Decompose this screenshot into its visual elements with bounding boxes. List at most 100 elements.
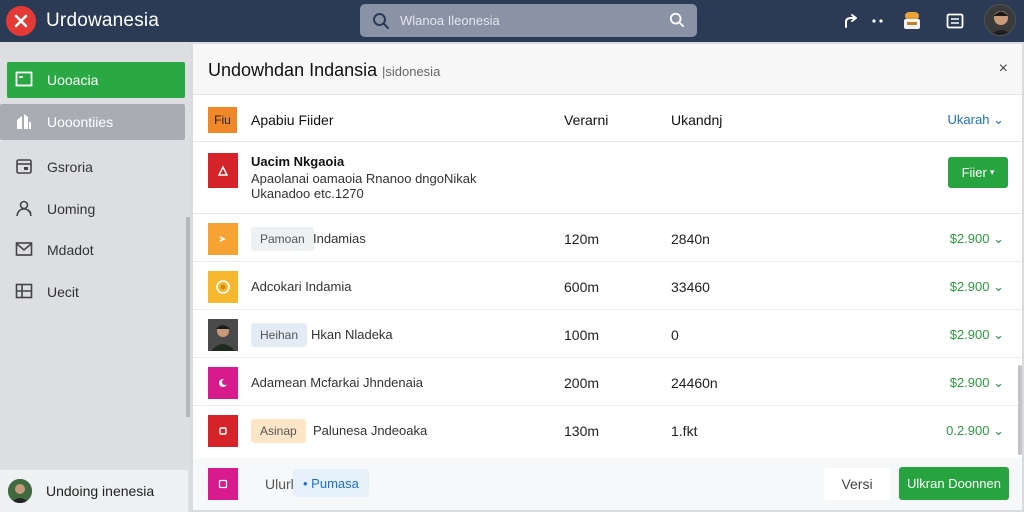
version-button[interactable]: Versi (824, 468, 890, 500)
chevron-down-icon: ⌄ (989, 231, 1004, 246)
row-price-value: $2.900 (949, 375, 990, 390)
sort-dropdown[interactable]: Ukarah ⌄ (948, 112, 1004, 128)
sidebar-scrollbar[interactable] (186, 217, 190, 417)
grid-icon (15, 283, 33, 302)
inbox-icon (15, 71, 33, 90)
search-input[interactable]: Wlanoa Ileonesia (400, 13, 500, 28)
featured-description: Apaolanai oamaoia Rnanoo dngoNikak (251, 171, 477, 186)
row-ukandnj: 2840n (671, 231, 710, 247)
main-panel: Undowhdan Indansia |sidonesia × Fiu Apab… (193, 44, 1022, 510)
featured-title: Uacim Nkgaoia (251, 154, 345, 169)
sidebar-item-uoming[interactable]: Uoming (7, 191, 185, 227)
row-name: Palunesa Jndeoaka (313, 423, 428, 438)
tag-app-icon (208, 415, 238, 447)
row-verarni: 120m (564, 231, 600, 247)
featured-row: Uacim Nkgaoia Apaolanai oamaoia Rnanoo d… (193, 142, 1022, 214)
calendar-icon (15, 157, 33, 178)
sidebar-item-uooacia[interactable]: Uooacia (7, 62, 185, 98)
primary-action-button[interactable]: Ulkran Doonnen (899, 467, 1009, 500)
close-icon[interactable]: × (999, 60, 1008, 78)
chevron-down-icon: ⌄ (993, 112, 1004, 127)
brand[interactable]: Urdowanesia (6, 5, 159, 37)
row-name: Indamias (313, 231, 366, 246)
mail-icon (15, 241, 33, 260)
footer-tag[interactable]: • Pumasa (293, 469, 369, 497)
row-verarni: 600m (564, 279, 600, 295)
message-icon[interactable] (943, 9, 967, 33)
row-tag: Heihan (251, 323, 308, 347)
row-ukandnj: 0 (671, 327, 679, 343)
row-tag: Pamoan (251, 227, 314, 251)
notification-icon[interactable] (900, 9, 924, 33)
user-name: Undoing inenesia (46, 483, 155, 499)
main-scrollbar[interactable] (1018, 365, 1022, 455)
chevron-down-icon: ⌄ (989, 423, 1004, 438)
search-submit-icon[interactable] (669, 12, 685, 31)
sidebar-item-label: Uoming (47, 201, 96, 217)
row-price[interactable]: $2.900 ⌄ (950, 231, 1004, 247)
search-icon (372, 12, 390, 33)
folder-app-icon (208, 223, 238, 255)
table-row[interactable]: Adcokari Indamia 600m 33460 $2.900 ⌄ (193, 262, 1022, 310)
row-price[interactable]: $2.900 ⌄ (950, 279, 1004, 295)
chart-icon (15, 112, 33, 133)
sidebar-item-uooontiies[interactable]: Uooontiies (0, 104, 185, 140)
page-title: Undowhdan Indansia (208, 60, 378, 80)
table-row[interactable]: Asinap Palunesa Jndeoaka 130m 1.fkt 0.2.… (193, 406, 1022, 454)
row-tag: Asinap (251, 419, 306, 443)
row-ukandnj: 33460 (671, 279, 710, 295)
panel-header: Undowhdan Indansia |sidonesia × (193, 44, 1022, 95)
moon-app-icon (208, 367, 238, 399)
row-price-value: $2.900 (949, 231, 990, 246)
row-name: Adamean Mcfarkai Jhndenaia (251, 375, 423, 390)
share-icon[interactable] (839, 9, 863, 33)
row-price[interactable]: $2.900 ⌄ (950, 327, 1004, 343)
row-price-value: $2.900 (949, 327, 990, 342)
sidebar-user[interactable]: Undoing inenesia (0, 470, 188, 512)
user-avatar[interactable] (984, 4, 1016, 36)
row-name: Adcokari Indamia (251, 279, 352, 294)
table-row[interactable]: Pamoan Indamias 120m 2840n $2.900 ⌄ (193, 214, 1022, 262)
sidebar-item-uecit[interactable]: Uecit (7, 274, 185, 310)
more-icon[interactable] (866, 9, 890, 33)
row-price[interactable]: 0.2.900 ⌄ (946, 423, 1004, 439)
table-header: Fiu Apabiu Fiider Verarni Ukandnj Ukarah… (193, 96, 1022, 142)
sidebar-item-label: Uecit (47, 284, 79, 300)
sidebar-item-label: Mdadot (47, 242, 94, 258)
filter-button[interactable]: Fiier ▾ (948, 157, 1008, 188)
column-header-ukandnj[interactable]: Ukandnj (671, 112, 722, 128)
row-verarni: 200m (564, 375, 600, 391)
user-icon (15, 199, 33, 220)
sidebar-item-label: Gsroria (47, 159, 93, 175)
table-row[interactable]: Adamean Mcfarkai Jhndenaia 200m 24460n $… (193, 358, 1022, 406)
row-price[interactable]: $2.900 ⌄ (950, 375, 1004, 391)
sidebar-item-gsroria[interactable]: Gsroria (7, 149, 185, 185)
row-price-value: 0.2.900 (946, 423, 990, 438)
sidebar-item-mdadot[interactable]: Mdadot (7, 232, 185, 268)
table-row[interactable]: Heihan Hkan Nladeka 100m 0 $2.900 ⌄ (193, 310, 1022, 358)
close-x-logo-icon (6, 6, 36, 36)
spiral-app-icon (208, 271, 238, 303)
avatar (208, 319, 238, 351)
filter-button-label: Fiier (961, 165, 987, 180)
sort-dropdown-label: Ukarah (947, 112, 990, 127)
row-price-value: $2.900 (949, 279, 990, 294)
square-app-icon (208, 468, 238, 500)
panel-footer: Ulurle • Pumasa Versi Ulkran Doonnen (193, 458, 1022, 510)
column-header-verarni[interactable]: Verarni (564, 112, 608, 128)
top-bar: Urdowanesia Wlanoa Ileonesia (0, 0, 1024, 42)
avatar (8, 479, 32, 503)
search-bar[interactable]: Wlanoa Ileonesia (360, 4, 697, 37)
chevron-down-icon: ⌄ (989, 375, 1004, 390)
sidebar-item-label: Uooontiies (47, 114, 114, 130)
sidebar: Uooacia Uooontiies Gsroria Uoming Mdadot… (0, 42, 190, 512)
app-name: Urdowanesia (46, 10, 160, 31)
alert-app-icon (208, 153, 238, 188)
column-header-filter[interactable]: Apabiu Fiider (251, 112, 334, 128)
sidebar-item-label: Uooacia (47, 72, 99, 88)
header-badge: Fiu (208, 107, 237, 133)
row-verarni: 100m (564, 327, 600, 343)
row-name: Hkan Nladeka (311, 327, 393, 342)
featured-meta: Ukanadoo etc.1270 (251, 186, 364, 201)
caret-down-icon: ▾ (989, 167, 995, 177)
